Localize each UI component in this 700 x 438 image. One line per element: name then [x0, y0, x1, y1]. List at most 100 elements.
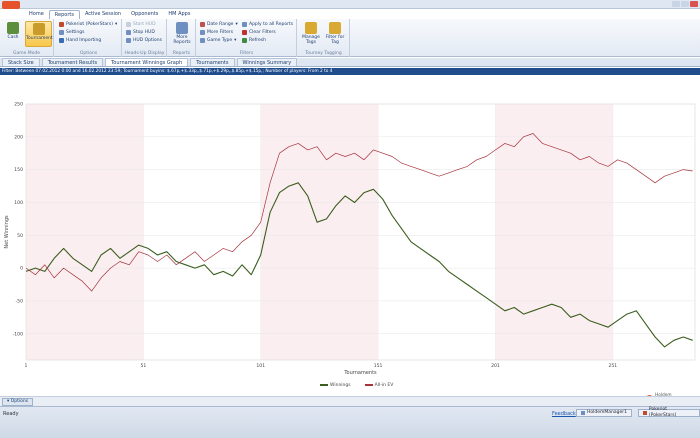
refresh-button[interactable]: Refresh: [242, 37, 266, 44]
y-tick-label: -100: [13, 331, 24, 337]
player-selector[interactable]: Pokeriot (PokerStars) ▾: [59, 21, 117, 28]
group-game-mode: Cash Tournament Game Mode: [0, 19, 54, 57]
y-tick-label: -50: [15, 299, 23, 305]
player-icon: [59, 22, 64, 27]
app-menu-button[interactable]: [2, 1, 20, 9]
tab-active-session[interactable]: Active Session: [80, 10, 126, 19]
group-label: Options: [79, 51, 98, 56]
app-window: Home Reports Active Session Opponents HM…: [0, 0, 700, 438]
group-label: Filters: [239, 51, 254, 56]
status-bar: Ready Feedback HoldemManager1 Pokeriot (…: [0, 406, 700, 438]
clear-filters-button[interactable]: Clear Filters: [242, 29, 276, 36]
ribbon-tabs: Home Reports Active Session Opponents HM…: [24, 10, 195, 19]
date-range-button[interactable]: Date Range ▾: [200, 21, 238, 28]
title-bar: [0, 0, 700, 9]
x-tick-label: 101: [256, 363, 265, 369]
active-player-button[interactable]: Pokeriot (PokerStars): [638, 407, 700, 418]
window-controls: [672, 1, 698, 7]
winnings-graph: 250 200 150 100 50 0 -50 -100 1 51 101 151 201 251 To…: [0, 76, 700, 395]
calendar-icon: [200, 22, 205, 27]
cards-icon: [200, 38, 205, 43]
tab-tournament-results[interactable]: Tournament Results: [41, 58, 104, 66]
y-tick-label: 0: [20, 266, 23, 272]
chart-legend: Winnings All-in EV: [320, 383, 393, 388]
shaded-band-0: [26, 104, 144, 360]
tab-tournament-winnings-graph[interactable]: Tournament Winnings Graph: [105, 58, 189, 66]
settings-button[interactable]: Settings: [59, 29, 84, 36]
y-tick-label: 250: [14, 102, 23, 108]
x-tick-label: 251: [608, 363, 617, 369]
minimize-button[interactable]: [672, 1, 680, 7]
legend-item-all-in-ev: All-in EV: [364, 383, 393, 388]
y-axis-label: Net Winnings: [4, 215, 10, 249]
play-icon: [126, 22, 131, 27]
game-type-button[interactable]: Game Type ▾: [200, 37, 236, 44]
legend-item-winnings: Winnings: [320, 383, 351, 388]
tab-opponents[interactable]: Opponents: [126, 10, 163, 19]
apply-all-reports-button[interactable]: Apply to all Reports: [242, 21, 293, 28]
tab-winnings-summary[interactable]: Winnings Summary: [236, 58, 298, 66]
refresh-icon: [242, 38, 247, 43]
report-tabs: Stack Size Tournament Results Tournament…: [0, 58, 700, 67]
tournament-button[interactable]: Tournament: [25, 21, 53, 47]
status-text: Ready: [3, 411, 19, 417]
reports-icon: [176, 22, 188, 34]
y-tick-label: 100: [14, 200, 23, 206]
tab-reports[interactable]: Reports: [48, 10, 80, 19]
options-button[interactable]: ▾ Options: [2, 398, 34, 406]
group-label: Game Mode: [12, 51, 41, 56]
tab-hm-apps[interactable]: HM Apps: [163, 10, 195, 19]
x-tick-label: 1: [25, 363, 28, 369]
filter-for-tag-button[interactable]: Filter for Tag: [324, 21, 346, 47]
database-icon: [581, 411, 585, 415]
close-button[interactable]: [690, 1, 698, 7]
x-tick-label: 201: [491, 363, 500, 369]
group-label: Reports: [172, 51, 191, 56]
tab-tournaments[interactable]: Tournaments: [190, 58, 235, 66]
y-tick-label: 150: [14, 167, 23, 173]
options-bar: ▾ Options: [0, 396, 700, 406]
y-tick-label: 200: [14, 134, 23, 140]
filter-icon: [200, 30, 205, 35]
group-label: Heads-Up Display: [124, 51, 165, 56]
hud-options-button[interactable]: HUD Options: [126, 37, 162, 44]
chevron-down-icon: ▾: [235, 22, 238, 27]
tag-filter-icon: [329, 22, 341, 34]
database-button[interactable]: HoldemManager1: [576, 409, 632, 417]
group-hud: Start HUD Stop HUD HUD Options Heads-Up …: [123, 19, 167, 57]
y-tick-label: 50: [17, 233, 23, 239]
cash-icon: [7, 22, 19, 34]
filter-summary-bar: Filter: Between 07.02.2012 0:00 and 16.0…: [0, 68, 700, 75]
group-label: Tourney Tagging: [305, 51, 342, 56]
tag-icon: [305, 22, 317, 34]
stop-icon: [126, 30, 131, 35]
trophy-icon: [32, 23, 45, 35]
tab-home[interactable]: Home: [24, 10, 49, 19]
more-reports-button[interactable]: More Reports: [171, 21, 193, 47]
chart-svg: 250200150100500-50-1001 51 101 151 201 251 To…: [4, 102, 696, 376]
apply-icon: [242, 22, 247, 27]
shaded-band-2: [495, 104, 613, 360]
group-tourney-tagging: Manage Tags Filter for Tag Tourney Taggi…: [298, 19, 350, 57]
x-tick-label: 151: [374, 363, 383, 369]
clear-icon: [242, 30, 247, 35]
manage-tags-button[interactable]: Manage Tags: [300, 21, 322, 47]
group-filters: Date Range ▾ More Filters Game Type ▾ Ap…: [197, 19, 297, 57]
chevron-down-icon: ▾: [234, 38, 237, 43]
group-options: Pokeriot (PokerStars) ▾ Settings Hand Im…: [56, 19, 122, 57]
x-axis-label: Tournaments: [343, 370, 377, 376]
chevron-down-icon: ▾: [115, 22, 118, 27]
import-icon: [59, 38, 64, 43]
tab-stack-size[interactable]: Stack Size: [2, 58, 40, 66]
x-tick-label: 51: [140, 363, 146, 369]
maximize-button[interactable]: [681, 1, 689, 7]
group-reports: More Reports Reports: [168, 19, 196, 57]
cash-button[interactable]: Cash: [2, 21, 24, 47]
feedback-link[interactable]: Feedback: [552, 411, 576, 417]
more-filters-button[interactable]: More Filters: [200, 29, 233, 36]
start-hud-button[interactable]: Start HUD: [126, 21, 156, 28]
stop-hud-button[interactable]: Stop HUD: [126, 29, 155, 36]
hand-importing-button[interactable]: Hand Importing: [59, 37, 101, 44]
gear-icon: [59, 30, 64, 35]
shaded-band-1: [260, 104, 379, 360]
